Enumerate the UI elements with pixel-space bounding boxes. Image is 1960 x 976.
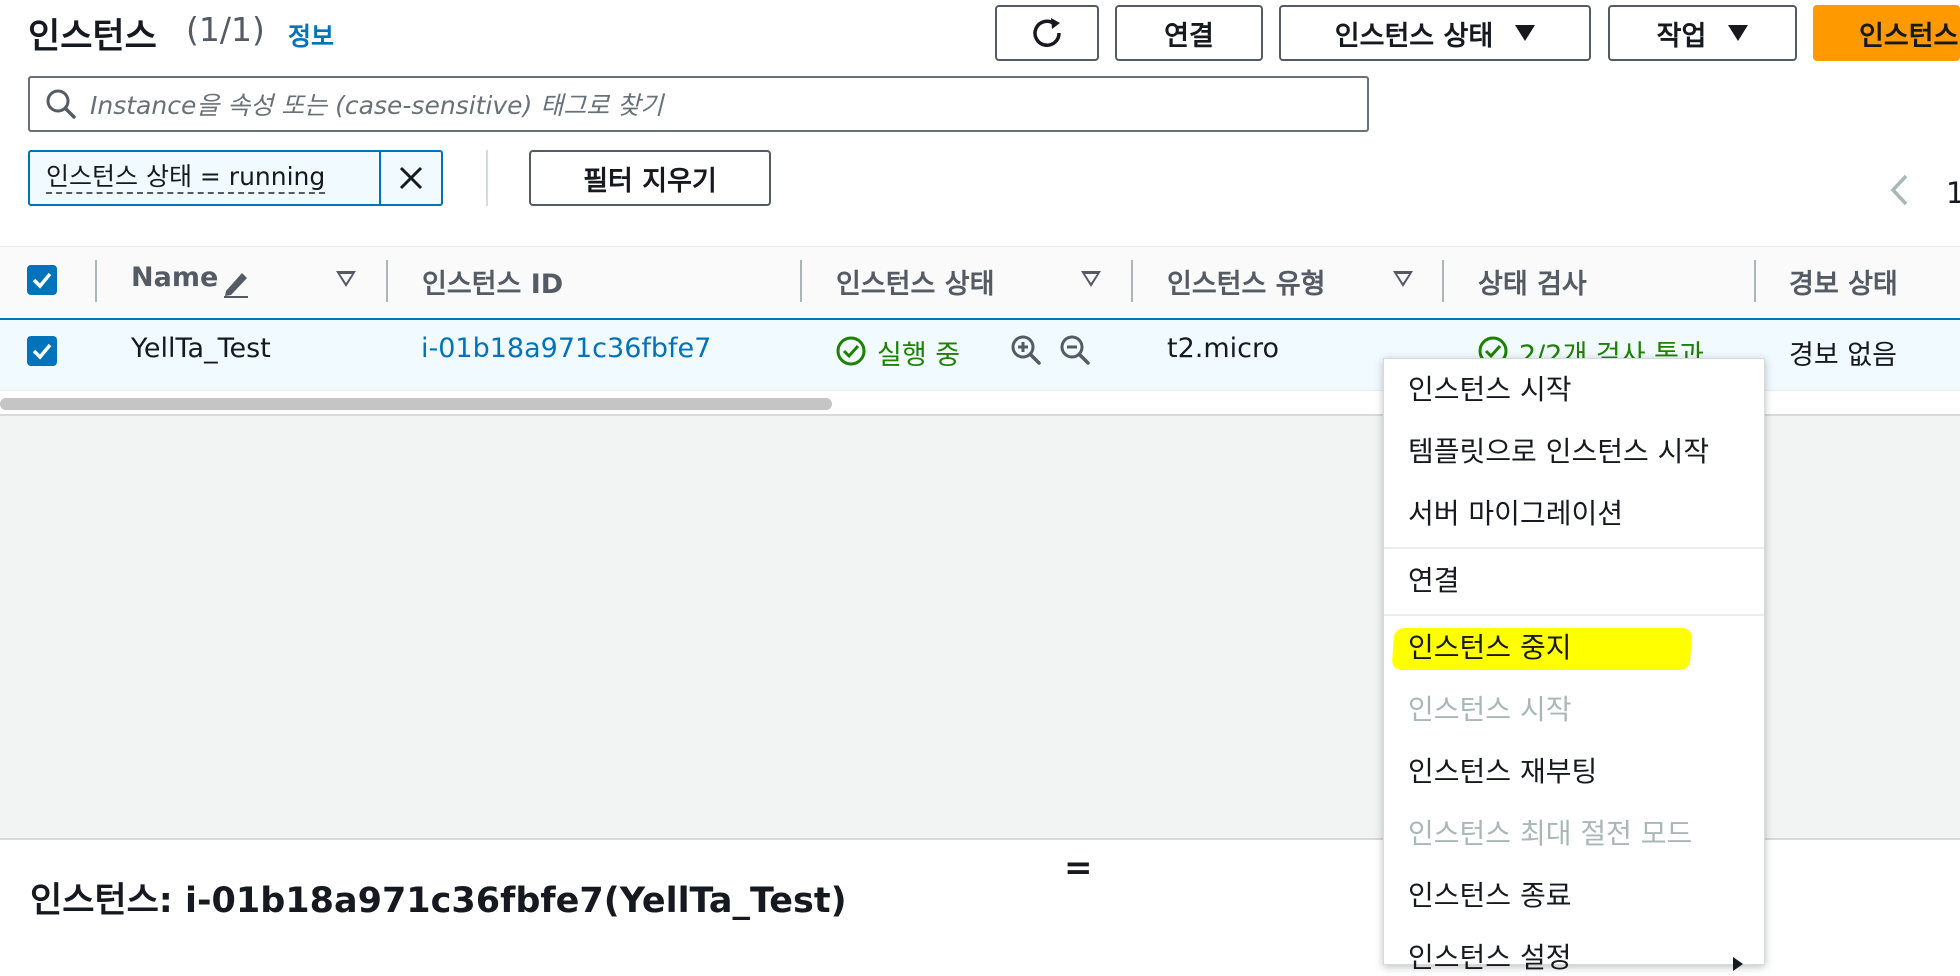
refresh-icon — [1033, 18, 1061, 47]
filter-token[interactable]: 인스턴스 상태 = running — [28, 150, 443, 206]
column-header-alarm-status[interactable]: 경보 상태 — [1789, 262, 1898, 301]
filter-token-text: 인스턴스 상태 = running — [46, 162, 326, 194]
cell-instance-id-link[interactable]: i-01b18a971c36fbfe7 — [421, 333, 711, 364]
menu-item-reboot-instance[interactable]: 인스턴스 재부팅 — [1408, 750, 1597, 790]
menu-item-instance-settings[interactable]: 인스턴스 설정 — [1408, 936, 1571, 976]
instance-state-button-label: 인스턴스 상태 — [1334, 20, 1494, 52]
column-divider[interactable] — [1442, 260, 1444, 302]
menu-item-hibernate-instance: 인스턴스 최대 절전 모드 — [1408, 817, 1693, 850]
menu-item-terminate-instance[interactable]: 인스턴스 종료 — [1408, 874, 1571, 914]
sort-icon[interactable] — [1081, 271, 1101, 287]
check-icon — [32, 343, 52, 360]
clear-filters-label: 필터 지우기 — [583, 165, 717, 197]
select-all-checkbox[interactable] — [27, 265, 57, 295]
instance-state-button[interactable]: 인스턴스 상태 — [1279, 5, 1591, 61]
column-header-instance-id[interactable]: 인스턴스 ID — [422, 262, 563, 301]
search-icon — [46, 89, 76, 119]
info-link[interactable]: 정보 — [288, 17, 334, 53]
remove-filter-button[interactable] — [379, 152, 441, 204]
page-title: 인스턴스 — [28, 17, 157, 57]
menu-item-launch-instance[interactable]: 인스턴스 시작 — [1408, 368, 1571, 408]
scrollbar-thumb[interactable] — [0, 398, 832, 410]
column-header-name[interactable]: Name — [131, 262, 218, 293]
menu-items: 인스턴스 시작 템플릿으로 인스턴스 시작 서버 마이그레이션 연결 인스턴스 … — [1383, 358, 1765, 974]
close-icon — [399, 166, 423, 190]
submenu-arrow-icon — [1733, 957, 1743, 971]
menu-item-launch-from-template[interactable]: 템플릿으로 인스턴스 시작 — [1408, 430, 1709, 470]
column-divider[interactable] — [1754, 260, 1756, 302]
connect-button[interactable]: 연결 — [1115, 5, 1263, 61]
filter-divider — [486, 150, 488, 206]
caret-down-icon — [1515, 25, 1536, 41]
resize-handle-icon[interactable]: = — [1064, 848, 1093, 888]
launch-instances-button[interactable]: 인스턴스 — [1813, 5, 1960, 61]
launch-instances-label: 인스턴스 — [1859, 20, 1959, 52]
cell-instance-state: 실행 중 — [877, 340, 961, 371]
clear-filters-button[interactable]: 필터 지우기 — [529, 150, 771, 206]
caret-down-icon — [1728, 25, 1749, 41]
refresh-button[interactable] — [995, 5, 1099, 61]
connect-button-label: 연결 — [1164, 20, 1214, 52]
zoom-out-icon[interactable] — [1058, 333, 1092, 367]
zoom-in-icon[interactable] — [1009, 333, 1043, 367]
page-number[interactable]: 1 — [1946, 176, 1960, 210]
row-checkbox[interactable] — [27, 336, 57, 366]
chevron-left-icon[interactable] — [1888, 172, 1912, 208]
sort-icon[interactable] — [336, 271, 356, 287]
column-divider — [95, 260, 97, 302]
search-input[interactable]: Instance을 속성 또는 (case-sensitive) 태그로 찾기 — [28, 76, 1369, 132]
cell-alarm-status: 경보 없음 — [1789, 340, 1897, 371]
check-circle-icon — [836, 336, 866, 366]
cell-name: YellTa_Test — [131, 333, 271, 364]
column-header-instance-type[interactable]: 인스턴스 유형 — [1167, 262, 1325, 301]
edit-icon — [224, 273, 248, 298]
sort-icon[interactable] — [1393, 271, 1413, 287]
check-icon — [32, 272, 52, 289]
column-header-instance-state[interactable]: 인스턴스 상태 — [836, 262, 994, 301]
column-divider[interactable] — [800, 260, 802, 302]
actions-button-label: 작업 — [1656, 20, 1707, 52]
instance-count: (1/1) — [186, 10, 265, 49]
filter-token-label[interactable]: 인스턴스 상태 = running — [30, 152, 379, 204]
column-header-status-check[interactable]: 상태 검사 — [1478, 262, 1587, 301]
menu-item-start-instance: 인스턴스 시작 — [1408, 693, 1572, 726]
search-placeholder: Instance을 속성 또는 (case-sensitive) 태그로 찾기 — [90, 91, 664, 120]
cell-instance-type: t2.micro — [1167, 333, 1280, 364]
actions-button[interactable]: 작업 — [1608, 5, 1797, 61]
column-divider[interactable] — [1131, 260, 1133, 302]
column-divider[interactable] — [386, 260, 388, 302]
menu-item-stop-instance[interactable]: 인스턴스 중지 — [1408, 626, 1571, 666]
menu-item-server-migration[interactable]: 서버 마이그레이션 — [1408, 492, 1623, 532]
menu-item-connect[interactable]: 연결 — [1408, 559, 1460, 599]
split-panel-title: 인스턴스: i-01b18a971c36fbfe7(YellTa_Test) — [30, 881, 847, 921]
